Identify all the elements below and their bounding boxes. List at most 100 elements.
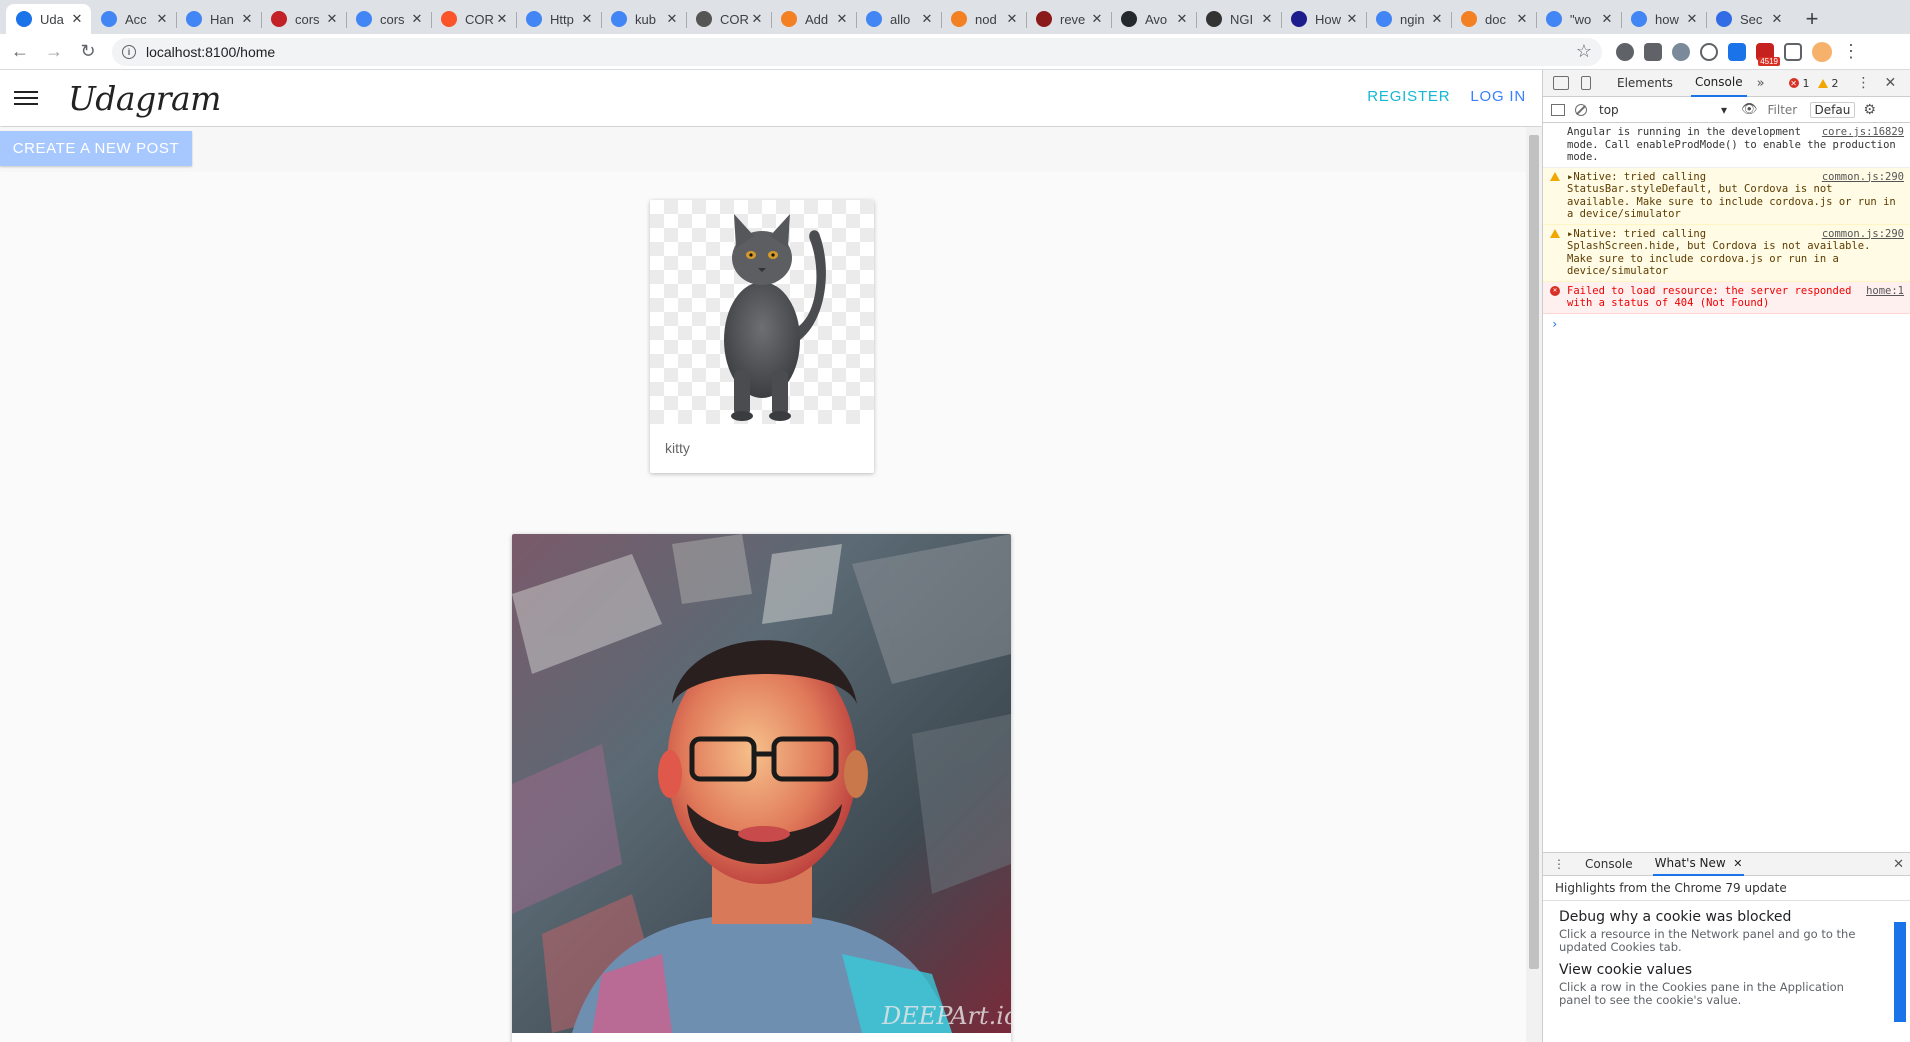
close-tab-icon[interactable]: ✕ — [664, 11, 680, 27]
chrome-menu-icon[interactable]: ⋮ — [1842, 41, 1860, 62]
warning-icon — [1817, 78, 1828, 88]
site-info-icon[interactable]: i — [122, 44, 136, 59]
extension-m-icon[interactable] — [1616, 42, 1634, 61]
close-tab-icon[interactable]: ✕ — [749, 11, 765, 27]
browser-tab[interactable]: cors ✕ — [346, 4, 431, 34]
extension-mail-icon[interactable]: 4519 — [1756, 42, 1780, 66]
browser-tab[interactable]: reve ✕ — [1026, 4, 1111, 34]
console-prompt[interactable]: › — [1543, 314, 1910, 335]
profile-avatar[interactable] — [1812, 41, 1832, 62]
inspect-element-icon[interactable] — [1553, 76, 1569, 90]
extension-grammarly-icon[interactable] — [1700, 42, 1718, 61]
issue-counts[interactable]: ✕ 1 2 — [1788, 77, 1839, 90]
whats-new-video-thumbnail[interactable] — [1894, 922, 1906, 1022]
close-tab-icon[interactable]: ✕ — [1514, 11, 1530, 27]
reload-icon[interactable]: ↻ — [74, 38, 102, 66]
close-tab-icon[interactable]: ✕ — [1769, 11, 1785, 27]
browser-tab[interactable]: how ✕ — [1621, 4, 1706, 34]
close-tab-icon[interactable]: ✕ — [579, 11, 595, 27]
log-levels-select[interactable]: Defau — [1809, 101, 1856, 118]
scrollbar-thumb[interactable] — [1529, 135, 1539, 969]
close-tab-icon[interactable]: ✕ — [1599, 11, 1615, 27]
page-scrollbar[interactable] — [1526, 127, 1542, 1042]
console-settings-gear-icon[interactable]: ⚙ — [1863, 102, 1876, 118]
close-devtools-icon[interactable]: ✕ — [1885, 75, 1897, 91]
message-source-link[interactable]: common.js:290 — [1822, 171, 1904, 184]
drawer-menu-icon[interactable]: ⋮ — [1553, 857, 1565, 871]
browser-tab[interactable]: Http ✕ — [516, 4, 601, 34]
hamburger-menu-icon[interactable] — [14, 89, 38, 107]
close-tab-icon[interactable]: ✕ — [1730, 857, 1742, 870]
browser-tab[interactable]: nod ✕ — [941, 4, 1026, 34]
extension-shield-icon[interactable] — [1728, 42, 1746, 61]
close-tab-icon[interactable]: ✕ — [919, 11, 935, 27]
context-select[interactable]: top ▾ — [1599, 103, 1727, 117]
close-drawer-icon[interactable]: ✕ — [1893, 857, 1904, 872]
browser-tab[interactable]: Han ✕ — [176, 4, 261, 34]
close-tab-icon[interactable]: ✕ — [154, 11, 170, 27]
devtools-menu-icon[interactable]: ⋮ — [1857, 75, 1871, 91]
whats-new-item[interactable]: Debug why a cookie was blocked Click a r… — [1543, 901, 1910, 954]
close-tab-icon[interactable]: ✕ — [239, 11, 255, 27]
more-tabs-icon[interactable]: » — [1757, 76, 1765, 91]
close-tab-icon[interactable]: ✕ — [1684, 11, 1700, 27]
device-toolbar-icon[interactable] — [1581, 76, 1591, 90]
close-tab-icon[interactable]: ✕ — [409, 11, 425, 27]
back-arrow-icon[interactable]: ← — [6, 38, 34, 66]
close-tab-icon[interactable]: ✕ — [494, 11, 510, 27]
browser-tab[interactable]: doc ✕ — [1451, 4, 1536, 34]
whats-new-item[interactable]: View cookie values Click a row in the Co… — [1543, 954, 1910, 1007]
tab-title: allo — [890, 11, 911, 27]
browser-tab[interactable]: kub ✕ — [601, 4, 686, 34]
close-tab-icon[interactable]: ✕ — [1344, 11, 1360, 27]
browser-tab[interactable]: Uda ✕ — [6, 4, 91, 34]
browser-tab[interactable]: Acc ✕ — [91, 4, 176, 34]
message-source-link[interactable]: core.js:16829 — [1822, 126, 1904, 139]
close-tab-icon[interactable]: ✕ — [1174, 11, 1190, 27]
close-tab-icon[interactable]: ✕ — [1429, 11, 1445, 27]
browser-tab[interactable]: Avo ✕ — [1111, 4, 1196, 34]
browser-tab[interactable]: NGI ✕ — [1196, 4, 1281, 34]
drawer-tab-whats-new[interactable]: What's New ✕ — [1652, 852, 1745, 876]
live-expression-eye-icon[interactable]: 👁 — [1741, 102, 1758, 117]
tab-elements[interactable]: Elements — [1613, 70, 1677, 96]
close-tab-icon[interactable]: ✕ — [1089, 11, 1105, 27]
bookmark-star-icon[interactable]: ☆ — [1576, 41, 1592, 62]
browser-tab[interactable]: COR ✕ — [431, 4, 516, 34]
tab-console[interactable]: Console — [1690, 69, 1747, 97]
message-source-link[interactable]: home:1 — [1866, 285, 1904, 298]
browser-tab[interactable]: ngin ✕ — [1366, 4, 1451, 34]
extension-c-icon[interactable] — [1784, 42, 1802, 61]
close-tab-icon[interactable]: ✕ — [834, 11, 850, 27]
browser-tab[interactable]: Sec ✕ — [1706, 4, 1791, 34]
extension-keyboard-icon[interactable] — [1644, 42, 1662, 61]
browser-tab[interactable]: cors ✕ — [261, 4, 346, 34]
login-link[interactable]: LOG IN — [1470, 88, 1526, 105]
browser-tab[interactable]: allo ✕ — [856, 4, 941, 34]
post-card[interactable]: kitty — [650, 200, 874, 473]
app-header: Udagram REGISTER LOG IN — [0, 70, 1542, 126]
browser-tab[interactable]: How ✕ — [1281, 4, 1366, 34]
google-icon — [1376, 11, 1392, 27]
close-tab-icon[interactable]: ✕ — [1259, 11, 1275, 27]
browser-tab[interactable]: COR ✕ — [686, 4, 771, 34]
message-source-link[interactable]: common.js:290 — [1822, 228, 1904, 241]
new-tab-button[interactable]: + — [1797, 4, 1827, 34]
console-sidebar-icon[interactable] — [1551, 103, 1565, 116]
address-bar[interactable]: i localhost:8100/home ☆ — [112, 37, 1602, 66]
clear-console-icon[interactable] — [1575, 103, 1587, 116]
register-link[interactable]: REGISTER — [1367, 88, 1450, 105]
browser-tab[interactable]: Add ✕ — [771, 4, 856, 34]
drawer-tab-console[interactable]: Console — [1583, 853, 1635, 875]
create-post-button[interactable]: CREATE A NEW POST — [0, 131, 192, 166]
url-text[interactable]: localhost:8100/home — [146, 44, 1576, 60]
close-tab-icon[interactable]: ✕ — [324, 11, 340, 27]
close-tab-icon[interactable]: ✕ — [1004, 11, 1020, 27]
console-filter-input[interactable]: Filter — [1768, 103, 1804, 117]
extension-owl-icon[interactable] — [1672, 42, 1690, 61]
forward-arrow-icon[interactable]: → — [40, 38, 68, 66]
devtools-tabbar: Elements Console » ✕ 1 2 ⋮ ✕ — [1543, 70, 1910, 97]
close-tab-icon[interactable]: ✕ — [69, 11, 85, 27]
browser-tab[interactable]: "wo ✕ — [1536, 4, 1621, 34]
post-card[interactable]: DEEPArt.io — [512, 534, 1011, 1042]
